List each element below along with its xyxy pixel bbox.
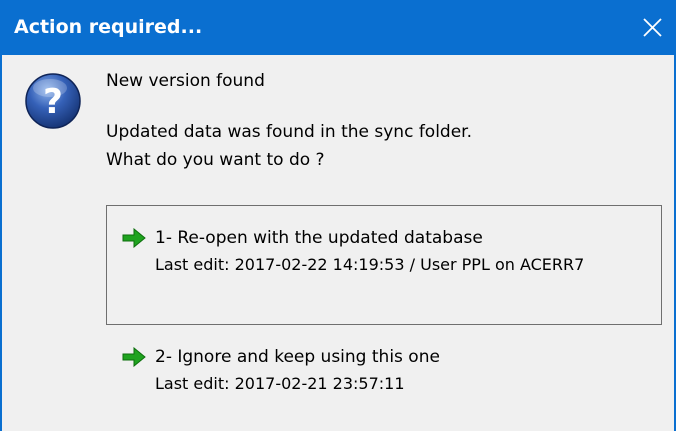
close-icon: [643, 18, 662, 37]
option-2-detail: Last edit: 2017-02-21 23:57:11: [155, 374, 405, 393]
option-2-title: 2- Ignore and keep using this one: [155, 347, 440, 367]
message-line-1: Updated data was found in the sync folde…: [106, 122, 473, 142]
dialog-heading: New version found: [106, 71, 265, 91]
option-reopen-updated[interactable]: 1- Re-open with the updated database Las…: [106, 205, 662, 325]
option-1-detail: Last edit: 2017-02-22 14:19:53 / User PP…: [155, 255, 585, 274]
dialog-title: Action required...: [14, 16, 203, 38]
close-button[interactable]: [628, 0, 676, 55]
dialog-message: Updated data was found in the sync folde…: [106, 118, 472, 174]
green-arrow-icon: [122, 347, 146, 367]
option-1-title: 1- Re-open with the updated database: [155, 228, 483, 248]
svg-text:?: ?: [43, 82, 63, 122]
question-icon: ?: [25, 73, 81, 129]
message-line-2: What do you want to do ?: [106, 150, 325, 170]
green-arrow-icon: [122, 228, 146, 248]
title-bar: Action required...: [2, 0, 676, 55]
option-ignore-keep[interactable]: 2- Ignore and keep using this one Last e…: [106, 334, 662, 416]
action-required-dialog: Action required... ? New version found U…: [0, 0, 676, 431]
